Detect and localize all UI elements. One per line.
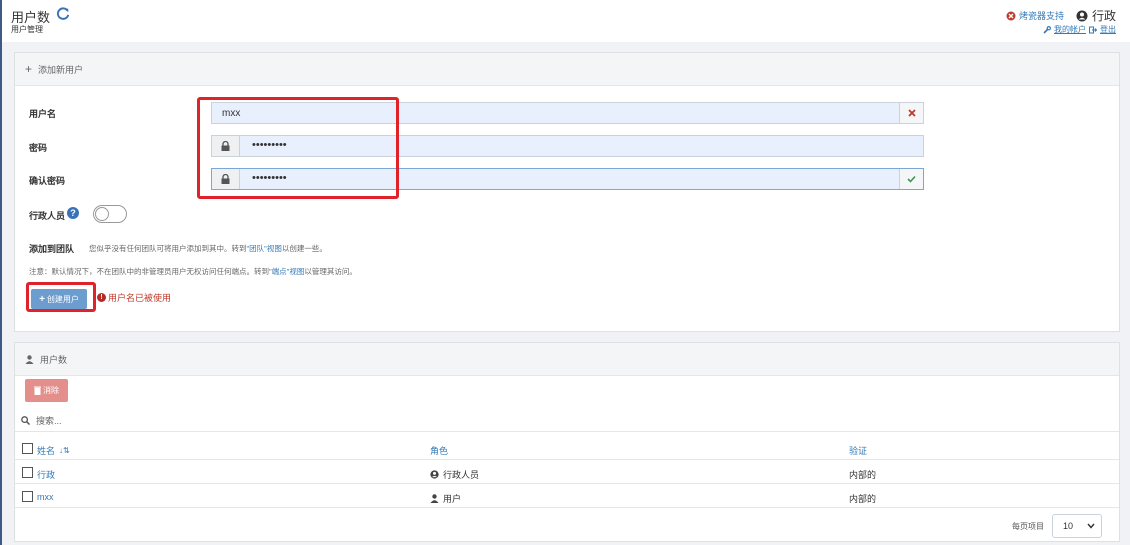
exclamation-circle-icon: ! <box>97 293 106 302</box>
refresh-icon[interactable] <box>56 7 70 21</box>
wrench-icon <box>1043 25 1051 34</box>
error-text: 用户名已被使用 <box>108 293 172 303</box>
current-user: 行政 <box>1076 7 1116 24</box>
highlight-box-credentials <box>197 97 399 199</box>
highlight-box-create-button <box>26 282 96 312</box>
row-auth: 内部的 <box>849 492 876 505</box>
delete-label: 消除 <box>43 386 59 395</box>
plus-icon: + <box>25 62 33 76</box>
check-icon <box>907 175 916 183</box>
per-page-value: 10 <box>1063 521 1074 531</box>
sort-icon: ↓⇅ <box>59 446 70 455</box>
column-role-header[interactable]: 角色 <box>430 444 448 457</box>
support-link[interactable]: 烤瓷器支持 <box>1006 9 1064 22</box>
users-title: 用户数 <box>40 354 68 365</box>
heart-icon <box>1006 11 1016 20</box>
column-role-label: 角色 <box>430 446 449 456</box>
support-label: 烤瓷器支持 <box>1018 11 1064 21</box>
select-all-checkbox[interactable] <box>22 443 33 454</box>
team-note-text: 您似乎没有任何团队可将用户添加到其中。转到 <box>89 244 247 253</box>
row-name-text[interactable]: 行政 <box>37 468 55 481</box>
access-note: 注意：默认情况下，不在团队中的非管理员用户无权访问任何端点。转到"端点"视图以管… <box>29 266 357 277</box>
row-auth-text: 内部的 <box>849 494 877 504</box>
row-role: 行政人员 <box>430 468 479 481</box>
row-auth-text: 内部的 <box>849 470 877 480</box>
row-name[interactable]: mxx <box>37 492 54 502</box>
per-page-select[interactable]: 10 <box>1052 514 1102 538</box>
toggle-knob <box>95 207 109 221</box>
username-label: 用户名 <box>29 109 57 119</box>
row-name-text[interactable]: mxx <box>37 492 54 502</box>
column-auth-header[interactable]: 验证 <box>849 444 867 457</box>
table-header-row: 姓名 ↓⇅ 角色 验证 <box>15 437 1119 460</box>
users-card: 用户数 消除 搜索... 姓名 ↓⇅ 角色 验证 行政 行政人员 内部的 mxx… <box>14 342 1120 542</box>
endpoints-view-link[interactable]: "端点"视图 <box>269 267 304 276</box>
row-auth: 内部的 <box>849 468 876 481</box>
chevron-down-icon <box>1087 523 1095 529</box>
user-menu: 烤瓷器支持 行政 我的帐户 登出 <box>1006 8 1116 35</box>
user-icon <box>25 354 34 364</box>
user-icon <box>430 494 439 503</box>
admin-label: 行政人员 <box>29 211 66 221</box>
row-checkbox[interactable] <box>22 491 33 502</box>
column-auth-label: 验证 <box>849 446 868 456</box>
close-icon <box>907 109 916 117</box>
search-icon <box>21 416 30 425</box>
row-checkbox[interactable] <box>22 467 33 478</box>
table-row: mxx 用户 内部的 <box>15 485 1119 508</box>
add-user-title: 添加新用户 <box>38 64 84 75</box>
add-user-header: + 添加新用户 <box>15 53 1119 86</box>
clear-button[interactable] <box>899 103 923 123</box>
column-name-header[interactable]: 姓名 ↓⇅ <box>37 444 70 457</box>
row-role-text: 行政人员 <box>443 470 480 480</box>
delete-button[interactable]: 消除 <box>25 379 68 402</box>
logout-link[interactable]: 登出 <box>1100 24 1116 35</box>
username-error: ! 用户名已被使用 <box>97 291 171 304</box>
top-bar: 用户数 用户管理 烤瓷器支持 行政 我的帐户 登出 <box>2 0 1130 42</box>
column-name-label: 姓名 <box>37 446 56 456</box>
row-name[interactable]: 行政 <box>37 468 55 481</box>
table-row: 行政 行政人员 内部的 <box>15 461 1119 484</box>
team-note: 您似乎没有任何团队可将用户添加到其中。转到"团队"视图以创建一些。 <box>89 243 327 254</box>
team-note-suffix: 以创建一些。 <box>281 244 327 253</box>
user-circle-icon <box>1076 10 1088 21</box>
breadcrumb: 用户管理 <box>11 25 43 34</box>
question-circle-icon[interactable]: ? <box>67 207 79 219</box>
row-role-text: 用户 <box>443 494 462 504</box>
admin-toggle[interactable] <box>93 205 127 223</box>
user-circle-icon <box>430 470 439 479</box>
access-note-suffix: 以管理其访问。 <box>304 267 357 276</box>
teams-view-link[interactable]: "团队"视图 <box>247 244 282 253</box>
search-bar[interactable]: 搜索... <box>15 410 1119 432</box>
trash-icon <box>34 386 41 395</box>
password-label: 密码 <box>29 143 48 153</box>
confirm-password-label: 确认密码 <box>29 176 66 186</box>
per-page-label: 每页项目 <box>1012 521 1044 531</box>
team-label: 添加到团队 <box>29 244 75 254</box>
add-user-card: + 添加新用户 用户名 mxx 密码 ••••••••• 确认密码 ••••••… <box>14 52 1120 332</box>
users-header: 用户数 <box>15 343 1119 376</box>
valid-indicator <box>899 169 923 189</box>
access-note-text: 注意：默认情况下，不在团队中的非管理员用户无权访问任何端点。转到 <box>29 267 269 276</box>
my-account-link[interactable]: 我的帐户 <box>1054 24 1086 35</box>
sign-out-icon <box>1089 26 1097 33</box>
username-label: 行政 <box>1091 9 1116 23</box>
row-role: 用户 <box>430 492 461 505</box>
search-input[interactable]: 搜索... <box>36 414 62 427</box>
pagination-controls: 每页项目 10 <box>1012 514 1102 538</box>
